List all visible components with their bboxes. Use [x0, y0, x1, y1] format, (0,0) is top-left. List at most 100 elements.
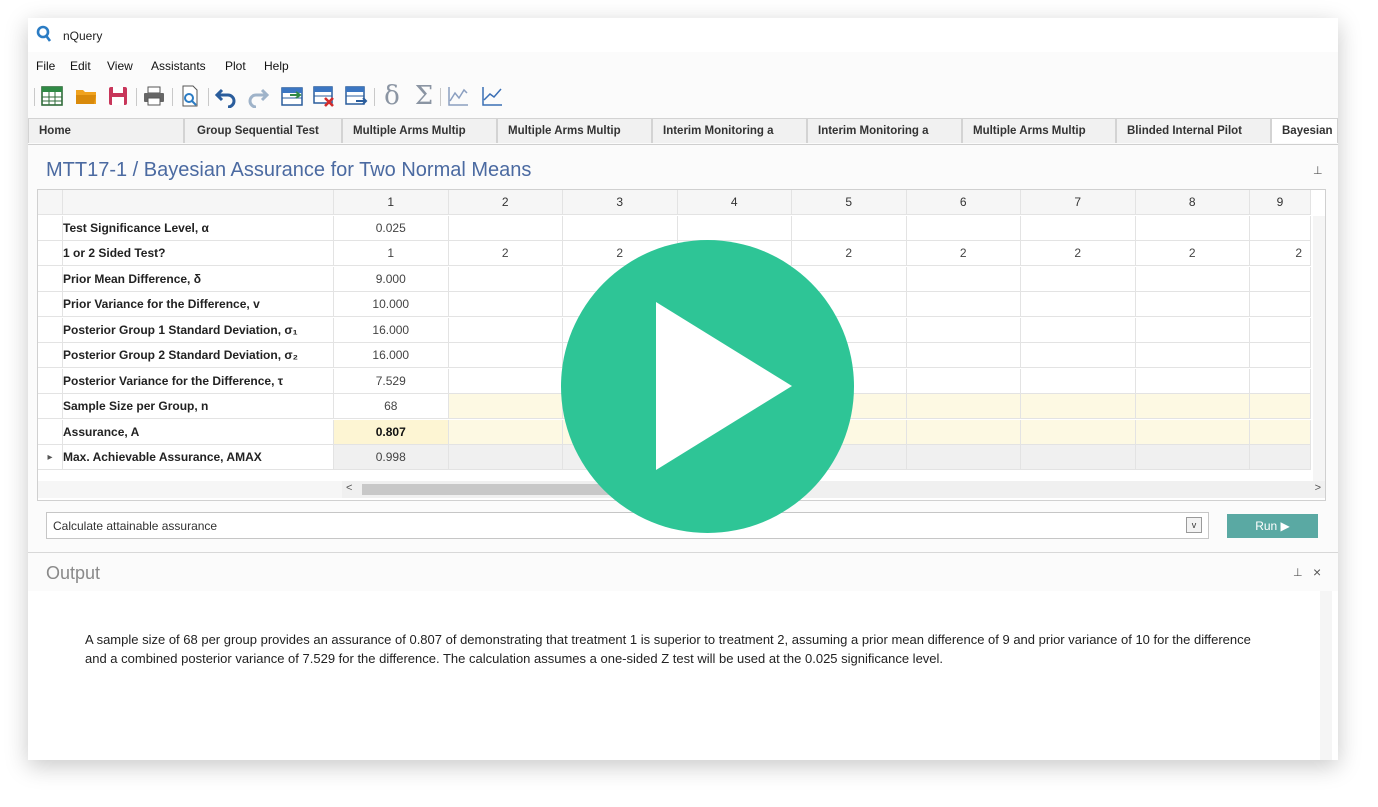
grid-cell[interactable]	[1021, 445, 1136, 470]
grid-cell[interactable]: 0.025	[334, 215, 449, 241]
grid-cell[interactable]	[448, 292, 563, 317]
tab-group-sequential-test[interactable]: Group Sequential Test	[184, 118, 342, 143]
grid-cell[interactable]	[1250, 445, 1311, 470]
grid-cell[interactable]	[1021, 215, 1136, 241]
grid-cell[interactable]	[906, 317, 1021, 343]
scroll-right-icon[interactable]: >	[1315, 482, 1321, 494]
chevron-down-icon[interactable]: v	[1186, 517, 1202, 533]
tab-multiple-arms-3[interactable]: Multiple Arms Multip	[962, 118, 1116, 143]
grid-cell[interactable]: 0.998	[334, 445, 449, 470]
close-icon[interactable]: ×	[1313, 564, 1325, 580]
menu-file[interactable]: File	[36, 59, 55, 73]
grid-cell[interactable]	[1135, 445, 1250, 470]
pin-icon[interactable]: ⊥	[1293, 566, 1305, 579]
print-preview-icon[interactable]	[178, 84, 202, 108]
grid-cell[interactable]	[906, 215, 1021, 241]
grid-cell[interactable]: 0.807	[334, 419, 449, 445]
menu-edit[interactable]: Edit	[70, 59, 91, 73]
grid-cell[interactable]	[906, 419, 1021, 445]
grid-cell[interactable]	[1250, 419, 1311, 445]
grid-cell[interactable]	[1021, 368, 1136, 394]
tab-interim-monitoring-1[interactable]: Interim Monitoring a	[652, 118, 807, 143]
export-table-icon[interactable]	[344, 84, 368, 108]
command-select[interactable]: Calculate attainable assurance v	[46, 512, 1209, 539]
column-header[interactable]: 1	[334, 190, 449, 215]
grid-cell[interactable]	[1021, 317, 1136, 343]
menu-assistants[interactable]: Assistants	[151, 59, 206, 73]
grid-cell[interactable]	[448, 215, 563, 241]
grid-cell[interactable]: 68	[334, 394, 449, 419]
grid-cell[interactable]	[1135, 266, 1250, 292]
open-folder-icon[interactable]	[74, 84, 98, 108]
redo-icon[interactable]	[246, 84, 270, 108]
tab-interim-monitoring-2[interactable]: Interim Monitoring a	[807, 118, 962, 143]
grid-cell[interactable]	[1021, 343, 1136, 368]
tab-home[interactable]: Home	[28, 118, 184, 143]
grid-cell[interactable]	[906, 394, 1021, 419]
scroll-left-icon[interactable]: <	[346, 482, 352, 494]
grid-cell[interactable]	[1135, 419, 1250, 445]
grid-cell[interactable]	[1135, 317, 1250, 343]
column-header[interactable]: 7	[1021, 190, 1136, 215]
grid-cell[interactable]	[448, 445, 563, 470]
grid-cell[interactable]	[448, 394, 563, 419]
tab-blinded-internal-pilot[interactable]: Blinded Internal Pilot	[1116, 118, 1271, 143]
grid-vertical-scrollbar[interactable]	[1313, 216, 1325, 481]
output-scrollbar[interactable]	[1320, 591, 1332, 760]
grid-cell[interactable]	[906, 368, 1021, 394]
grid-cell[interactable]: 9.000	[334, 266, 449, 292]
menu-help[interactable]: Help	[264, 59, 289, 73]
column-header[interactable]: 3	[563, 190, 678, 215]
grid-cell[interactable]	[1250, 343, 1311, 368]
column-header[interactable]: 4	[677, 190, 792, 215]
grid-cell[interactable]	[1250, 368, 1311, 394]
grid-cell[interactable]	[448, 419, 563, 445]
delta-icon[interactable]: δ	[380, 83, 404, 109]
line-chart-icon[interactable]	[446, 84, 470, 108]
grid-cell[interactable]: 2	[792, 241, 907, 266]
new-table-icon[interactable]	[40, 84, 64, 108]
column-header[interactable]: 9	[1250, 190, 1311, 215]
grid-cell[interactable]	[1250, 215, 1311, 241]
grid-cell[interactable]	[792, 215, 907, 241]
insert-rows-icon[interactable]	[280, 84, 304, 108]
grid-cell[interactable]: 10.000	[334, 292, 449, 317]
grid-horizontal-scrollbar[interactable]: < >	[342, 481, 1325, 498]
delete-table-icon[interactable]	[312, 84, 336, 108]
grid-cell[interactable]: 2	[448, 241, 563, 266]
menu-view[interactable]: View	[107, 59, 133, 73]
grid-cell[interactable]	[1250, 394, 1311, 419]
grid-cell[interactable]	[1021, 394, 1136, 419]
column-header[interactable]: 6	[906, 190, 1021, 215]
sigma-icon[interactable]: Σ	[412, 83, 436, 109]
grid-cell[interactable]	[677, 215, 792, 241]
grid-cell[interactable]	[1250, 266, 1311, 292]
grid-cell[interactable]	[1021, 419, 1136, 445]
grid-cell[interactable]	[448, 317, 563, 343]
column-header[interactable]: 2	[448, 190, 563, 215]
save-icon[interactable]	[106, 84, 130, 108]
menu-plot[interactable]: Plot	[225, 59, 246, 73]
grid-cell[interactable]	[448, 343, 563, 368]
grid-cell[interactable]	[563, 215, 678, 241]
grid-cell[interactable]	[1250, 292, 1311, 317]
pin-icon[interactable]: ⊥	[1313, 164, 1325, 177]
run-button[interactable]: Run ▶	[1227, 514, 1318, 538]
grid-cell[interactable]: 2	[1135, 241, 1250, 266]
undo-icon[interactable]	[214, 84, 238, 108]
grid-cell[interactable]	[906, 445, 1021, 470]
grid-cell[interactable]	[906, 343, 1021, 368]
grid-cell[interactable]	[448, 368, 563, 394]
grid-cell[interactable]	[1135, 215, 1250, 241]
grid-cell[interactable]	[1250, 317, 1311, 343]
grid-cell[interactable]	[1021, 292, 1136, 317]
grid-cell[interactable]: 16.000	[334, 343, 449, 368]
grid-cell[interactable]: 1	[334, 241, 449, 266]
tab-multiple-arms-2[interactable]: Multiple Arms Multip	[497, 118, 652, 143]
grid-cell[interactable]	[1135, 292, 1250, 317]
grid-cell[interactable]: 2	[1021, 241, 1136, 266]
grid-cell[interactable]	[448, 266, 563, 292]
grid-cell[interactable]: 2	[906, 241, 1021, 266]
column-header[interactable]: 5	[792, 190, 907, 215]
tab-bayesian[interactable]: Bayesian	[1271, 118, 1338, 143]
